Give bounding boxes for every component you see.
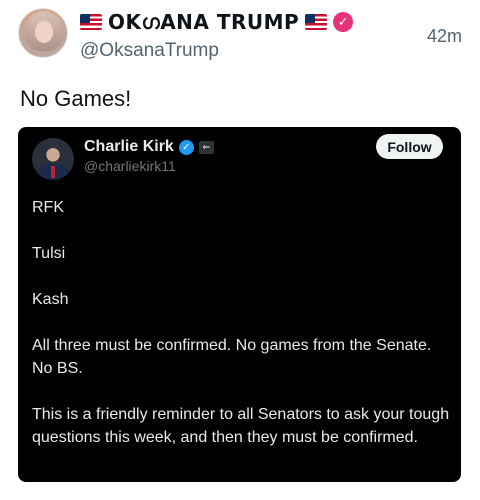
quoted-paragraph: All three must be confirmed. No games fr…: [32, 337, 432, 377]
verified-badge-icon: ✓: [178, 139, 194, 155]
quoted-paragraph: Kash: [32, 291, 69, 308]
quoted-author-avatar[interactable]: [32, 138, 74, 180]
quoted-author-handle[interactable]: @charliekirk11: [84, 158, 176, 174]
author-display-name[interactable]: OKഗANA TRUMP: [108, 10, 299, 34]
quoted-post-body: RFK Tulsi Kash All three must be confirm…: [32, 196, 452, 449]
quoted-paragraph: This is a friendly reminder to all Senat…: [32, 406, 450, 446]
avatar-face: [35, 21, 53, 43]
quoted-author-name[interactable]: Charlie Kirk: [84, 138, 174, 156]
affiliation-badge-icon: ⇐: [198, 140, 214, 154]
post-timestamp[interactable]: 42m: [427, 26, 462, 47]
author-handle[interactable]: @OksanaTrump: [80, 40, 219, 62]
author-avatar[interactable]: [18, 8, 68, 58]
quoted-post-card[interactable]: Charlie Kirk ✓ ⇐ @charliekirk11 Follow R…: [18, 127, 461, 482]
avatar-tie: [51, 166, 55, 178]
quoted-author-name-row[interactable]: Charlie Kirk ✓ ⇐: [84, 138, 214, 156]
follow-button[interactable]: Follow: [376, 134, 443, 159]
author-name-row[interactable]: OKഗANA TRUMP ✓: [80, 10, 354, 34]
verified-badge-icon: ✓: [333, 12, 354, 32]
us-flag-icon: [305, 14, 328, 30]
post-text: No Games!: [20, 86, 132, 111]
post-header: OKഗANA TRUMP ✓ @OksanaTrump 42m: [18, 8, 466, 64]
quoted-paragraph: Tulsi: [32, 245, 66, 262]
us-flag-icon: [80, 14, 102, 30]
quoted-paragraph: RFK: [32, 199, 64, 216]
